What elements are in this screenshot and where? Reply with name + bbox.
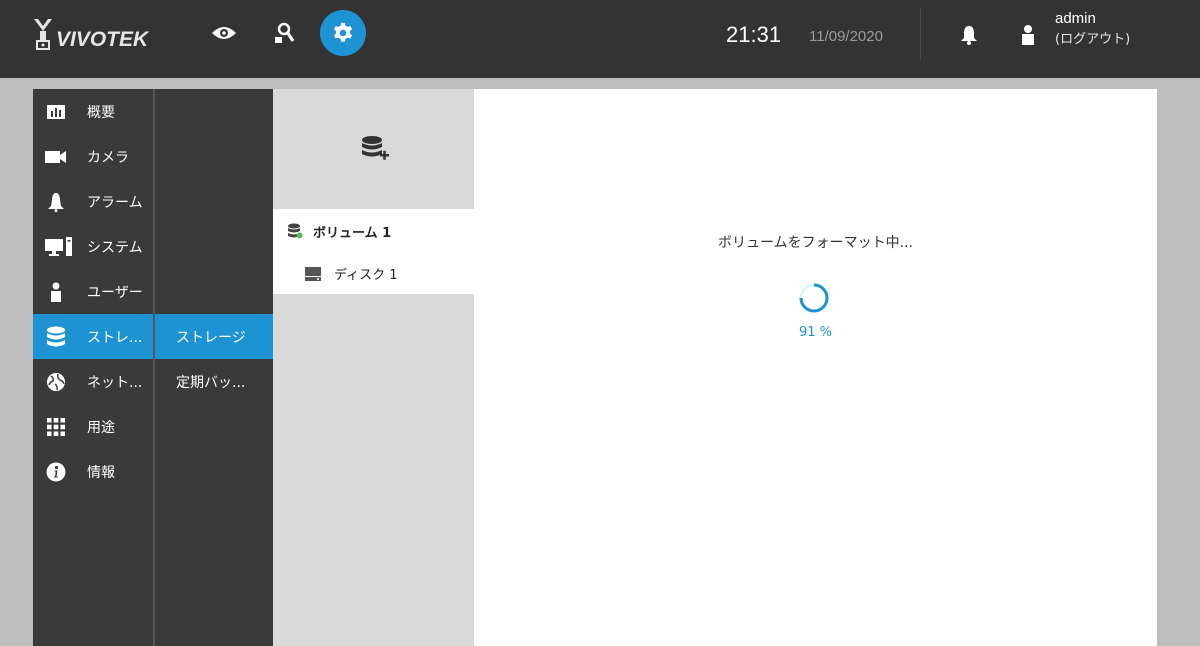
- sidebar-item-label: 情報: [87, 464, 115, 481]
- disk-label: ディスク 1: [334, 267, 398, 283]
- sidebar-item-label: カメラ: [87, 149, 129, 166]
- sidebar-item-label: 概要: [87, 104, 115, 121]
- eye-icon: [212, 27, 236, 39]
- nav-live-view-button[interactable]: [201, 10, 247, 56]
- volume-tree: ボリューム 1 ディスク 1: [273, 209, 474, 294]
- camera-icon: [45, 146, 67, 168]
- monitor-icon: [45, 236, 73, 258]
- chart-icon: [45, 101, 67, 123]
- sidebar-item-alarm[interactable]: アラーム: [33, 179, 154, 224]
- add-database-icon[interactable]: [361, 134, 391, 164]
- sidebar-item-label: 用途: [87, 419, 115, 436]
- sidebar-item-label: システム: [87, 239, 143, 256]
- loading-spinner-icon: [798, 282, 830, 314]
- sidebar-item-system[interactable]: システム: [33, 224, 154, 269]
- volume-label: ボリューム 1: [313, 225, 392, 241]
- format-status-text: ボリュームをフォーマット中...: [718, 235, 913, 251]
- vivotek-logo: VIVOTEK: [32, 16, 148, 52]
- sidebar-item-label: アラーム: [87, 194, 143, 211]
- nav-search-button[interactable]: [261, 10, 307, 56]
- grid-icon: [45, 416, 67, 438]
- sidebar-item-network[interactable]: ネット...: [33, 359, 154, 404]
- submenu-item-storage[interactable]: ストレージ: [155, 314, 273, 359]
- submenu-item-label: ストレージ: [176, 329, 246, 346]
- sidebar-item-label: ユーザー: [87, 284, 143, 301]
- submenu-item-label: 定期バッ...: [176, 374, 246, 391]
- person-search-icon: [275, 22, 295, 43]
- main-content: ボリュームをフォーマット中... 91 %: [474, 89, 1157, 646]
- logo-mark-icon: [32, 17, 54, 51]
- top-bar: VIVOTEK 21:31 11/09/2020 admin (ログアウト): [0, 0, 1200, 78]
- tree-item-disk[interactable]: ディスク 1: [273, 253, 474, 293]
- gear-icon: [333, 22, 353, 42]
- hard-disk-icon: [305, 266, 321, 281]
- globe-icon: [45, 371, 67, 393]
- sidebar-item-label: ストレ...: [87, 329, 143, 346]
- volume-database-icon: [287, 223, 303, 239]
- info-icon: [45, 461, 67, 483]
- sidebar-item-storage[interactable]: ストレ...: [33, 314, 154, 359]
- sidebar-item-overview[interactable]: 概要: [33, 89, 154, 134]
- sidebar-item-applications[interactable]: 用途: [33, 404, 154, 449]
- database-icon: [45, 326, 67, 348]
- sidebar-item-user[interactable]: ユーザー: [33, 269, 154, 314]
- logo-text: VIVOTEK: [56, 28, 149, 51]
- sidebar-item-camera[interactable]: カメラ: [33, 134, 154, 179]
- sidebar-item-info[interactable]: 情報: [33, 449, 154, 494]
- user-icon: [45, 281, 67, 303]
- header-divider: [920, 8, 921, 60]
- sidebar-item-label: ネット...: [87, 374, 143, 391]
- submenu: ストレージ 定期バッ...: [155, 89, 273, 646]
- nav-settings-button[interactable]: [320, 10, 366, 56]
- submenu-item-scheduled-backup[interactable]: 定期バッ...: [155, 359, 273, 404]
- clock-date: 11/09/2020: [809, 28, 883, 45]
- notification-bell-icon[interactable]: [958, 24, 980, 46]
- progress-percent: 91 %: [798, 325, 833, 340]
- sidebar: 概要 カメラ アラーム システム ユーザー ストレ... ネット... 用途 情…: [33, 89, 154, 646]
- tree-item-volume[interactable]: ボリューム 1: [273, 211, 474, 251]
- storage-tree-panel: ボリューム 1 ディスク 1: [273, 89, 474, 646]
- logout-link[interactable]: (ログアウト): [1055, 28, 1130, 47]
- user-icon: [1019, 24, 1037, 46]
- clock-time: 21:31: [726, 22, 782, 47]
- username: admin: [1055, 10, 1096, 27]
- bell-icon: [45, 191, 67, 213]
